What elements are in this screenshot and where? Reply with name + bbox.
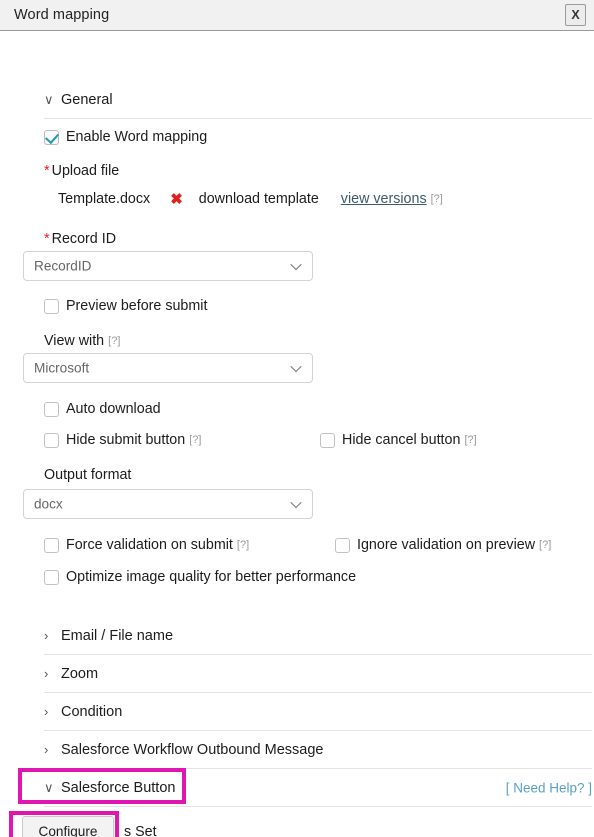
section-title-email-file-name: Email / File name (61, 627, 174, 644)
need-help-link[interactable]: [ Need Help? ] (506, 780, 592, 795)
upload-file-label: Upload file (51, 163, 120, 179)
upload-file-row: Template.docx ✖ download template view v… (58, 191, 443, 207)
preview-before-submit-row[interactable]: Preview before submit (44, 298, 207, 314)
auto-download-row[interactable]: Auto download (44, 401, 161, 417)
hide-cancel-button-row[interactable]: Hide cancel button [?] (320, 432, 477, 448)
optimize-image-quality-row[interactable]: Optimize image quality for better perfor… (44, 569, 356, 585)
required-marker-upload-file: * (44, 163, 50, 179)
enable-word-mapping-label: Enable Word mapping (66, 129, 208, 145)
record-id-select[interactable]: RecordID (23, 251, 313, 281)
view-with-label-row: View with [?] (44, 332, 120, 350)
view-with-select[interactable]: Microsoft (23, 353, 313, 383)
upload-file-help-icon[interactable]: [?] (431, 193, 443, 205)
ignore-validation-checkbox[interactable] (335, 537, 350, 553)
section-header-general[interactable]: ∨ General (44, 81, 592, 119)
dialog-title: Word mapping (14, 7, 110, 23)
force-validation-label: Force validation on submit (66, 537, 233, 553)
section-title-general: General (61, 91, 113, 108)
word-mapping-dialog: Word mapping X ∨ General Enable Word map… (0, 0, 594, 837)
view-with-help-icon[interactable]: [?] (108, 335, 120, 347)
chevron-right-icon: › (44, 666, 49, 681)
chevron-right-icon: › (44, 628, 49, 643)
dialog-body: ∨ General Enable Word mapping * Upload fi… (0, 31, 594, 837)
hide-submit-button-row[interactable]: Hide submit button [?] (44, 432, 201, 448)
ignore-validation-row[interactable]: Ignore validation on preview [?] (335, 537, 551, 553)
section-title-zoom: Zoom (61, 665, 99, 682)
view-versions-link[interactable]: view versions (341, 191, 427, 207)
section-header-email-file-name[interactable]: › Email / File name (44, 617, 592, 655)
optimize-image-quality-label: Optimize image quality for better perfor… (66, 569, 357, 585)
configure-button[interactable]: Configure (22, 816, 114, 837)
chevron-down-icon (292, 363, 301, 372)
hide-submit-button-help-icon[interactable]: [?] (189, 434, 201, 446)
chevron-down-icon: ∨ (44, 92, 54, 107)
chevron-down-icon: ∨ (44, 780, 54, 795)
chevron-right-icon: › (44, 704, 49, 719)
remove-file-icon[interactable]: ✖ (170, 192, 183, 207)
preview-before-submit-checkbox[interactable] (44, 298, 59, 314)
hide-cancel-button-help-icon[interactable]: [?] (464, 434, 476, 446)
close-icon[interactable]: X (565, 4, 586, 26)
upload-file-label-row: * Upload file (44, 162, 119, 180)
chevron-right-icon: › (44, 742, 49, 757)
hide-submit-button-label: Hide submit button (66, 432, 186, 448)
auto-download-label: Auto download (66, 401, 161, 417)
enable-word-mapping-row[interactable]: Enable Word mapping (44, 129, 207, 145)
buttons-set-text: s Set (124, 824, 157, 837)
chevron-down-icon (292, 261, 301, 270)
hide-cancel-button-label: Hide cancel button (342, 432, 461, 448)
record-id-label: Record ID (51, 231, 117, 247)
section-title-workflow-outbound-message: Salesforce Workflow Outbound Message (61, 741, 324, 758)
section-header-salesforce-button[interactable]: ∨ Salesforce Button [ Need Help? ] (44, 769, 592, 807)
download-template-link[interactable]: download template (199, 191, 319, 207)
record-id-value: RecordID (34, 258, 92, 274)
section-header-condition[interactable]: › Condition (44, 693, 592, 731)
section-header-zoom[interactable]: › Zoom (44, 655, 592, 693)
section-title-salesforce-button: Salesforce Button (61, 779, 176, 796)
force-validation-checkbox[interactable] (44, 537, 59, 553)
view-with-value: Microsoft (34, 360, 90, 376)
salesforce-button-body: Configure s Set (22, 816, 157, 837)
required-marker-record-id: * (44, 231, 50, 247)
preview-before-submit-label: Preview before submit (66, 298, 208, 314)
ignore-validation-label: Ignore validation on preview (357, 537, 536, 553)
force-validation-row[interactable]: Force validation on submit [?] (44, 537, 249, 553)
enable-word-mapping-checkbox[interactable] (44, 129, 59, 145)
optimize-image-quality-checkbox[interactable] (44, 569, 59, 585)
force-validation-help-icon[interactable]: [?] (237, 539, 249, 551)
output-format-label-row: Output format (44, 466, 131, 484)
dialog-titlebar: Word mapping X (0, 0, 594, 31)
section-header-workflow-outbound-message[interactable]: › Salesforce Workflow Outbound Message (44, 731, 592, 769)
ignore-validation-help-icon[interactable]: [?] (539, 539, 551, 551)
record-id-label-row: * Record ID (44, 230, 116, 248)
uploaded-file-name: Template.docx (58, 191, 151, 207)
output-format-select[interactable]: docx (23, 489, 313, 519)
view-with-label: View with (44, 333, 105, 349)
output-format-label: Output format (44, 467, 132, 483)
auto-download-checkbox[interactable] (44, 401, 59, 417)
chevron-down-icon (292, 499, 301, 508)
output-format-value: docx (34, 496, 63, 512)
hide-submit-button-checkbox[interactable] (44, 432, 59, 448)
hide-cancel-button-checkbox[interactable] (320, 432, 335, 448)
section-title-condition: Condition (61, 703, 123, 720)
